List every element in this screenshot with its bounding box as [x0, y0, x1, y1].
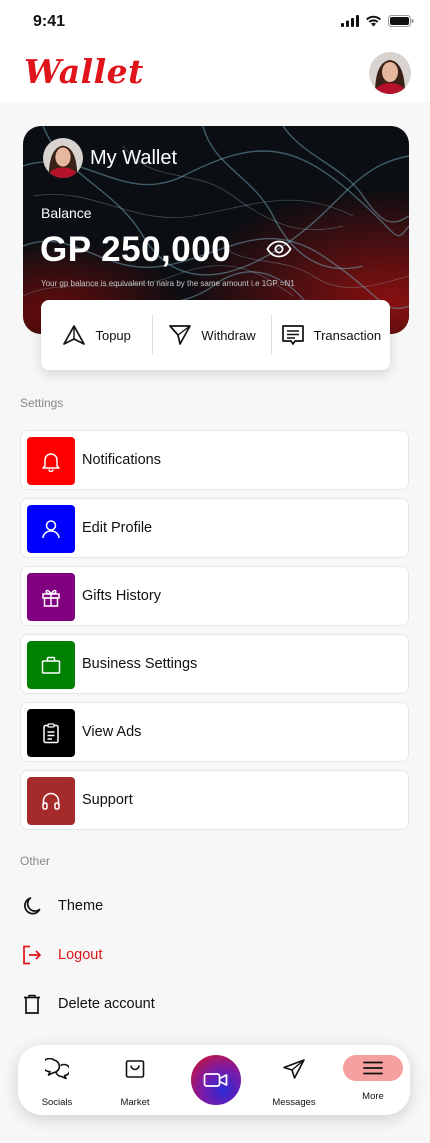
settings-item-label: Notifications [82, 452, 161, 468]
clipboard-icon [27, 709, 75, 757]
user-icon [27, 505, 75, 553]
battery-icon [388, 15, 414, 27]
chat-bubbles-icon [45, 1057, 69, 1081]
brand-logo: Wallet [24, 52, 144, 91]
balance-amount: GP 250,000 [40, 230, 232, 269]
receipt-icon [281, 325, 304, 345]
trash-icon [20, 992, 44, 1016]
status-bar: 9:41 [0, 0, 430, 44]
settings-item-label: Business Settings [82, 656, 198, 672]
delete-account-option[interactable]: Delete account [20, 990, 320, 1018]
video-record-button[interactable] [191, 1055, 241, 1105]
transaction-button[interactable]: Transaction [272, 300, 390, 370]
delete-account-label: Delete account [58, 996, 155, 1012]
nav-label: More [362, 1091, 384, 1102]
settings-item-label: View Ads [82, 724, 142, 740]
nav-label: Messages [272, 1097, 316, 1108]
gift-icon [27, 573, 75, 621]
nav-messages[interactable]: Messages [268, 1045, 320, 1115]
transaction-label: Transaction [313, 327, 382, 343]
settings-item-view-ads[interactable]: View Ads [20, 702, 409, 762]
settings-item-notifications[interactable]: Notifications [20, 430, 409, 490]
status-icons [341, 15, 414, 27]
nav-market[interactable]: Market [109, 1045, 161, 1115]
wifi-icon [366, 15, 381, 27]
settings-item-edit-profile[interactable]: Edit Profile [20, 498, 409, 558]
wallet-actions: Topup Withdraw Transaction [41, 300, 390, 370]
settings-item-label: Support [82, 792, 133, 808]
send-icon [169, 325, 192, 345]
nav-label: Market [120, 1097, 150, 1108]
logout-label: Logout [58, 947, 103, 963]
wallet-title: My Wallet [90, 147, 178, 169]
balance-label: Balance [41, 205, 92, 221]
withdraw-label: Withdraw [201, 327, 256, 343]
headphones-icon [27, 777, 75, 825]
settings-item-label: Edit Profile [82, 520, 153, 536]
topup-label: Topup [95, 327, 131, 343]
theme-option[interactable]: Theme [20, 892, 320, 920]
bell-icon [27, 437, 75, 485]
moon-icon [20, 894, 44, 918]
bottom-nav: Socials Market Messages More [18, 1045, 410, 1115]
withdraw-button[interactable]: Withdraw [153, 300, 270, 370]
shopping-bag-icon [124, 1057, 146, 1081]
wallet-avatar [43, 138, 83, 178]
video-camera-icon [203, 1073, 228, 1087]
signal-icon [341, 15, 359, 27]
logout-option[interactable]: Logout [20, 941, 320, 969]
briefcase-icon [27, 641, 75, 689]
settings-item-gifts-history[interactable]: Gifts History [20, 566, 409, 626]
theme-label: Theme [58, 898, 104, 914]
profile-avatar[interactable] [369, 52, 411, 94]
app-header: Wallet [0, 44, 430, 102]
eye-icon[interactable] [266, 240, 292, 258]
settings-item-business-settings[interactable]: Business Settings [20, 634, 409, 694]
settings-item-support[interactable]: Support [20, 770, 409, 830]
send-icon [282, 1057, 306, 1081]
other-heading: Other [20, 854, 51, 868]
settings-heading: Settings [20, 396, 64, 410]
status-time: 9:41 [33, 13, 66, 30]
topup-button[interactable]: Topup [41, 300, 152, 370]
balance-note: Your gp balance is equivalent to naira b… [41, 279, 295, 288]
nav-socials[interactable]: Socials [30, 1045, 84, 1115]
menu-icon [343, 1055, 403, 1081]
nav-more[interactable]: More [342, 1045, 404, 1115]
nav-label: Socials [41, 1097, 73, 1108]
logout-icon [20, 943, 44, 967]
settings-item-label: Gifts History [82, 588, 161, 604]
topup-icon [63, 325, 86, 345]
